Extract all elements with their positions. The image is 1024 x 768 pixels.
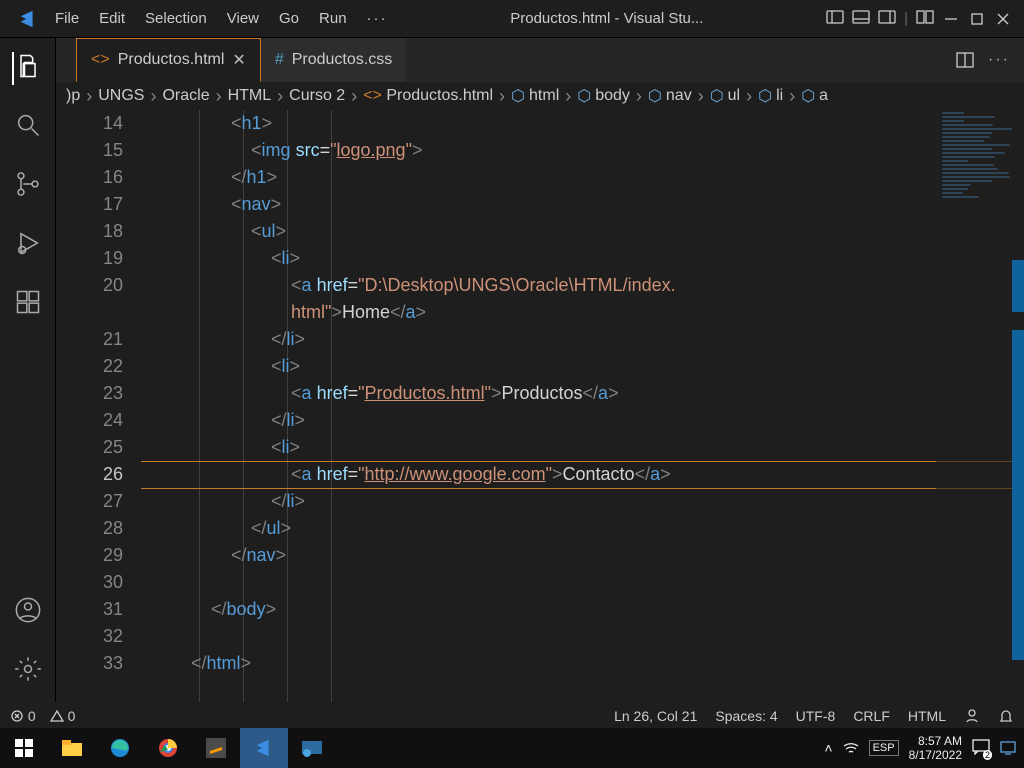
taskbar-vscode[interactable]	[240, 728, 288, 768]
html-file-icon: <>	[91, 51, 110, 69]
activity-extensions[interactable]	[14, 288, 42, 321]
status-bar: 0 0 Ln 26, Col 21 Spaces: 4 UTF-8 CRLF H…	[0, 702, 1024, 728]
activity-accounts[interactable]	[14, 596, 42, 629]
show-desktop-icon[interactable]	[1000, 741, 1016, 755]
menu-edit[interactable]: Edit	[99, 10, 125, 27]
breadcrumb-seg[interactable]: Curso 2	[289, 87, 345, 105]
input-language[interactable]: ESP	[869, 740, 899, 756]
css-file-icon: #	[275, 51, 284, 69]
taskbar-explorer[interactable]	[48, 728, 96, 768]
windows-taskbar: ˄ ESP 8:57 AM 8/17/2022 2	[0, 728, 1024, 768]
menu-file[interactable]: File	[55, 10, 79, 27]
tab-productos-html[interactable]: <> Productos.html ✕	[76, 38, 261, 82]
customize-layout-icon[interactable]	[916, 10, 934, 24]
system-tray: ˄ ESP 8:57 AM 8/17/2022 2	[824, 734, 1024, 762]
status-cursor[interactable]: Ln 26, Col 21	[614, 708, 697, 724]
overview-marker	[1012, 260, 1024, 312]
editor-group: <> Productos.html ✕ # Productos.css ··· …	[56, 38, 1024, 702]
vscode-logo-icon	[0, 8, 55, 30]
close-icon[interactable]: ✕	[232, 50, 245, 70]
breadcrumb-seg[interactable]: Oracle	[162, 87, 209, 105]
symbol-icon: ⬡	[511, 86, 525, 106]
html-file-icon: <>	[363, 87, 382, 105]
status-warnings[interactable]: 0	[50, 708, 76, 724]
breadcrumb-symbol[interactable]: body	[595, 87, 630, 105]
layout-panel-left-icon[interactable]	[826, 10, 844, 24]
window-controls	[944, 12, 1024, 26]
maximize-icon[interactable]	[970, 12, 984, 26]
menu-run[interactable]: Run	[319, 10, 347, 27]
layout-panel-right-icon[interactable]	[878, 10, 896, 24]
tab-productos-css[interactable]: # Productos.css	[261, 38, 406, 82]
breadcrumb-seg[interactable]: HTML	[228, 87, 272, 105]
menu-go[interactable]: Go	[279, 10, 299, 27]
taskbar-chrome[interactable]	[144, 728, 192, 768]
feedback-icon[interactable]	[964, 708, 980, 724]
activity-search[interactable]	[14, 111, 42, 144]
tab-label: Productos.html	[118, 51, 225, 69]
breadcrumb-seg[interactable]: UNGS	[98, 87, 144, 105]
breadcrumb-symbol[interactable]: html	[529, 87, 559, 105]
status-lang[interactable]: HTML	[908, 708, 946, 724]
start-button[interactable]	[0, 728, 48, 768]
tray-overflow-icon[interactable]: ˄	[824, 740, 832, 756]
window-title: Productos.html - Visual Stu...	[388, 10, 827, 27]
code-area[interactable]: <h1> <img src="logo.png"> </h1> <nav> <u…	[141, 110, 1024, 702]
taskbar-clock[interactable]: 8:57 AM 8/17/2022	[909, 734, 962, 762]
close-icon[interactable]	[996, 12, 1010, 26]
breadcrumb[interactable]: )p› UNGS› Oracle› HTML› Curso 2› <> Prod…	[56, 82, 1024, 110]
menu-overflow[interactable]: ···	[367, 10, 388, 27]
title-bar: File Edit Selection View Go Run ··· Prod…	[0, 0, 1024, 38]
layout-panel-bottom-icon[interactable]	[852, 10, 870, 24]
taskbar-sublime[interactable]	[192, 728, 240, 768]
wifi-icon[interactable]	[843, 742, 859, 754]
taskbar-edge[interactable]	[96, 728, 144, 768]
activity-debug[interactable]	[14, 229, 42, 262]
breadcrumb-file[interactable]: Productos.html	[386, 87, 493, 105]
layout-controls: |	[826, 10, 944, 27]
bell-icon[interactable]	[998, 708, 1014, 724]
text-editor[interactable]: 1415161718192021222324252627282930313233…	[56, 110, 1024, 702]
status-encoding[interactable]: UTF-8	[796, 708, 836, 724]
split-editor-icon[interactable]	[956, 52, 974, 68]
menu-bar: File Edit Selection View Go Run ···	[55, 10, 388, 27]
vscode-window: File Edit Selection View Go Run ··· Prod…	[0, 0, 1024, 728]
main-area: <> Productos.html ✕ # Productos.css ··· …	[0, 38, 1024, 702]
breadcrumb-symbol[interactable]: a	[819, 87, 828, 105]
status-errors[interactable]: 0	[10, 708, 36, 724]
activity-bar	[0, 38, 56, 702]
activity-explorer[interactable]	[12, 52, 42, 85]
status-spaces[interactable]: Spaces: 4	[715, 708, 777, 724]
status-eol[interactable]: CRLF	[853, 708, 890, 724]
line-gutter: 1415161718192021222324252627282930313233	[56, 110, 141, 702]
minimap[interactable]	[936, 110, 1024, 702]
breadcrumb-symbol[interactable]: ul	[728, 87, 740, 105]
breadcrumb-symbol[interactable]: nav	[666, 87, 692, 105]
menu-view[interactable]: View	[227, 10, 259, 27]
breadcrumb-symbol[interactable]: li	[776, 87, 783, 105]
overview-marker	[1012, 330, 1024, 660]
minimize-icon[interactable]	[944, 12, 958, 26]
notifications-icon[interactable]: 2	[972, 739, 990, 758]
taskbar-app[interactable]	[288, 728, 336, 768]
editor-more-icon[interactable]: ···	[988, 51, 1010, 69]
activity-source-control[interactable]	[14, 170, 42, 203]
breadcrumb-seg[interactable]: )p	[66, 87, 80, 105]
tab-label: Productos.css	[292, 51, 392, 69]
activity-settings[interactable]	[14, 655, 42, 688]
tab-bar: <> Productos.html ✕ # Productos.css ···	[56, 38, 1024, 82]
menu-selection[interactable]: Selection	[145, 10, 207, 27]
